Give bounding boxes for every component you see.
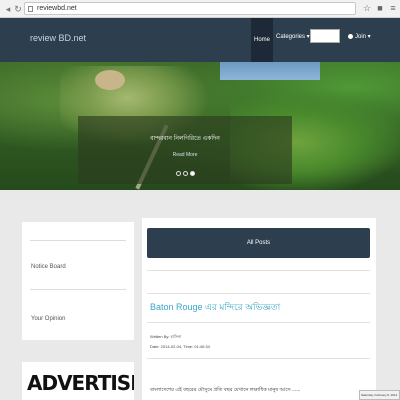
nav-join[interactable]: Join ▾	[348, 33, 371, 40]
carousel-caption: বান্দরবান নিলগিরিতে একদিন Read More	[78, 116, 292, 184]
carousel-dot[interactable]	[175, 171, 181, 176]
advertise-text: ADVERTISE	[27, 371, 134, 395]
address-bar[interactable]: reviewbd.net	[24, 2, 356, 15]
site-brand[interactable]: review BD.net	[30, 33, 86, 43]
posts-panel: All Posts Baton Rouge এর মন্দিরে অভিজ্ঞত…	[142, 218, 376, 400]
read-more-link[interactable]: Read More	[78, 152, 292, 158]
sidebar-item-notice-board[interactable]: Notice Board	[31, 264, 66, 270]
address-text: reviewbd.net	[37, 5, 77, 12]
carousel-dot-active[interactable]	[189, 171, 195, 176]
post-date: Date: 2014-02-04, Time: 01:40:34	[150, 344, 210, 349]
nav-categories[interactable]: Categories ▾	[276, 33, 310, 40]
page-icon	[28, 6, 33, 12]
posts-divider	[147, 293, 370, 294]
post-title[interactable]: Baton Rouge এর মন্দিরে অভিজ্ঞতা	[150, 300, 280, 315]
reload-icon[interactable]: ↻	[13, 4, 23, 14]
join-label: Join ▾	[355, 34, 371, 40]
hero-clearing	[95, 70, 125, 90]
sidebar-item-your-opinion[interactable]: Your Opinion	[31, 316, 65, 322]
advertise-box[interactable]: ADVERTISE	[22, 362, 134, 400]
caption-title: বান্দরবান নিলগিরিতে একদিন	[150, 136, 220, 142]
post-excerpt: বাংলাদেশের এই বছরের মৌসুমে প্রতি বছর যেখ…	[150, 387, 301, 393]
menu-icon[interactable]: ≡	[388, 3, 398, 14]
back-icon[interactable]: ◂	[3, 4, 13, 14]
taskbar-clock: Saturday, February 8, 2014	[359, 390, 400, 400]
carousel-dot[interactable]	[182, 171, 188, 176]
browser-toolbar: ◂ ↻ reviewbd.net ☆ ■ ≡	[0, 0, 400, 18]
sidebar-divider	[30, 240, 126, 241]
post-author: Written By: হাসিনা	[150, 334, 182, 339]
sidebar: Notice Board Your Opinion	[22, 222, 134, 340]
post-title-divider	[147, 322, 370, 323]
user-icon	[348, 33, 353, 39]
extension-icon[interactable]: ■	[375, 3, 385, 14]
all-posts-header: All Posts	[147, 228, 370, 258]
site-navbar: review BD.net Home Categories ▾ Join ▾	[0, 18, 400, 62]
sidebar-divider	[30, 289, 126, 290]
nav-home[interactable]: Home	[251, 18, 273, 62]
carousel-indicators	[78, 163, 292, 181]
page-content: Notice Board Your Opinion ADVERTISE All …	[0, 190, 400, 400]
search-input[interactable]	[310, 29, 340, 43]
post-meta-divider	[147, 358, 370, 359]
star-icon[interactable]: ☆	[362, 3, 372, 14]
hero-sky	[220, 62, 320, 80]
posts-divider	[147, 270, 370, 271]
